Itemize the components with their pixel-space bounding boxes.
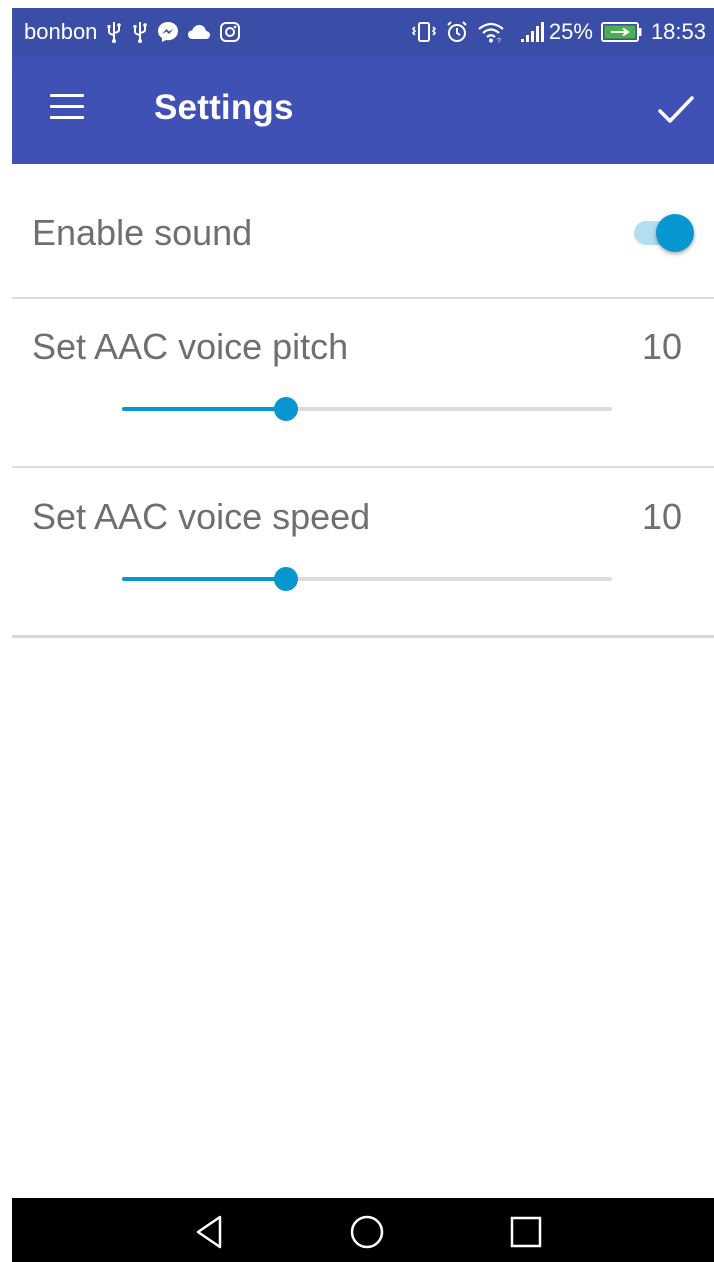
status-bar: bonbon ? 25% 18:53 bbox=[12, 8, 714, 56]
battery-charging-icon bbox=[600, 20, 643, 44]
voice-speed-value: 10 bbox=[641, 496, 682, 537]
messenger-icon bbox=[157, 20, 179, 44]
divider bbox=[12, 635, 714, 638]
slider-thumb[interactable] bbox=[274, 397, 299, 421]
status-right: ? 25% 18:53 bbox=[411, 19, 706, 45]
menu-icon[interactable] bbox=[50, 94, 84, 124]
slider-fill bbox=[122, 577, 287, 581]
voice-pitch-label: Set AAC voice pitch bbox=[32, 326, 349, 367]
signal-icon bbox=[519, 20, 545, 44]
checkmark-icon[interactable] bbox=[656, 90, 696, 130]
slider-thumb[interactable] bbox=[274, 567, 299, 591]
slider-fill bbox=[122, 407, 287, 411]
page-title: Settings bbox=[154, 88, 294, 127]
divider bbox=[12, 466, 714, 468]
voice-pitch-slider[interactable] bbox=[122, 394, 612, 424]
screen: bonbon ? 25% 18:53 Settings Enable sound… bbox=[12, 8, 714, 1262]
status-left: bonbon bbox=[24, 19, 241, 45]
enable-sound-label: Enable sound bbox=[32, 212, 253, 253]
home-icon[interactable] bbox=[347, 1212, 387, 1252]
vibrate-icon bbox=[411, 20, 437, 44]
usb-icon bbox=[131, 20, 149, 44]
recents-icon[interactable] bbox=[506, 1212, 546, 1252]
alarm-icon bbox=[445, 20, 469, 44]
app-bar: Settings bbox=[12, 56, 714, 164]
instagram-icon bbox=[219, 20, 241, 44]
voice-speed-slider[interactable] bbox=[122, 564, 612, 594]
toggle-thumb bbox=[656, 214, 694, 252]
battery-percent: 25% bbox=[548, 19, 593, 44]
carrier-name: bonbon bbox=[24, 19, 98, 44]
status-time: 18:53 bbox=[650, 19, 706, 44]
enable-sound-toggle[interactable] bbox=[632, 210, 698, 258]
navigation-bar bbox=[12, 1198, 714, 1262]
voice-speed-label: Set AAC voice speed bbox=[32, 496, 371, 537]
svg-text:?: ? bbox=[497, 38, 501, 43]
divider bbox=[12, 297, 714, 299]
voice-pitch-value: 10 bbox=[641, 326, 682, 367]
wifi-icon: ? bbox=[477, 20, 505, 44]
usb-icon bbox=[105, 20, 123, 44]
back-icon[interactable] bbox=[190, 1212, 230, 1252]
cloud-icon bbox=[187, 20, 211, 44]
